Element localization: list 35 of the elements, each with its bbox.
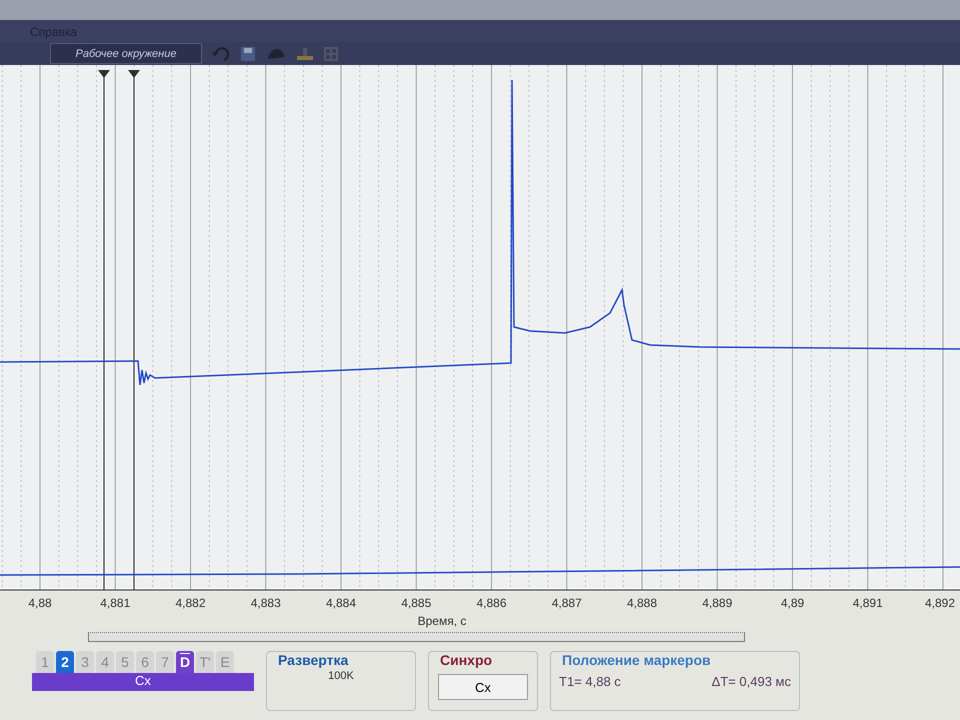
channel-tab[interactable]: 4 [96,651,114,673]
axis-tick-label: 4,882 [175,596,206,610]
axis-tick-label: 4,891 [852,596,883,610]
axis-tick-label: 4,881 [100,596,130,610]
channel-tab[interactable]: 2 [56,651,74,673]
channel-tab[interactable]: 5 [116,651,134,673]
axis-tick-label: 4,887 [552,596,582,610]
channel-tab[interactable]: 1 [36,651,54,673]
channel-tab[interactable]: 7 [156,651,174,673]
channel-tab[interactable]: 3 [76,651,94,673]
channel-tab[interactable]: 6 [136,651,154,673]
marker-line[interactable] [98,70,110,590]
axis-tick-label: 4,888 [626,596,658,610]
axis-tick-label: 4,889 [702,596,732,610]
axis-tick-label: 4,885 [401,596,432,610]
save-icon[interactable] [240,46,256,62]
channel-tab[interactable]: D [176,651,194,673]
channel-tab[interactable]: T' [196,651,214,673]
marker-value: ΔT= 0,493 мс [712,674,791,689]
channel-bar: Cx [32,673,254,691]
knob-label: 100K [327,670,355,682]
scrollbar[interactable] [88,632,745,642]
axis-tick-label: 4,883 [250,596,281,610]
axis-tick-label: 4,886 [476,596,507,610]
marker-line[interactable] [128,70,140,590]
axis-tick-label: 4,884 [326,596,356,610]
sync-button[interactable]: Cx [438,674,528,700]
axis-tick-label: 4,892 [924,596,956,610]
axis-title: Время, с [418,614,466,628]
marker-value: T1= 4,88 с [559,674,621,689]
channel-tab[interactable]: E [216,651,234,673]
scale-icon[interactable] [296,46,314,62]
environment-dropdown[interactable]: Рабочее окружение [50,43,202,64]
axis-tick-label: 4,89 [780,596,804,610]
axis-tick-label: 4,88 [28,596,52,610]
